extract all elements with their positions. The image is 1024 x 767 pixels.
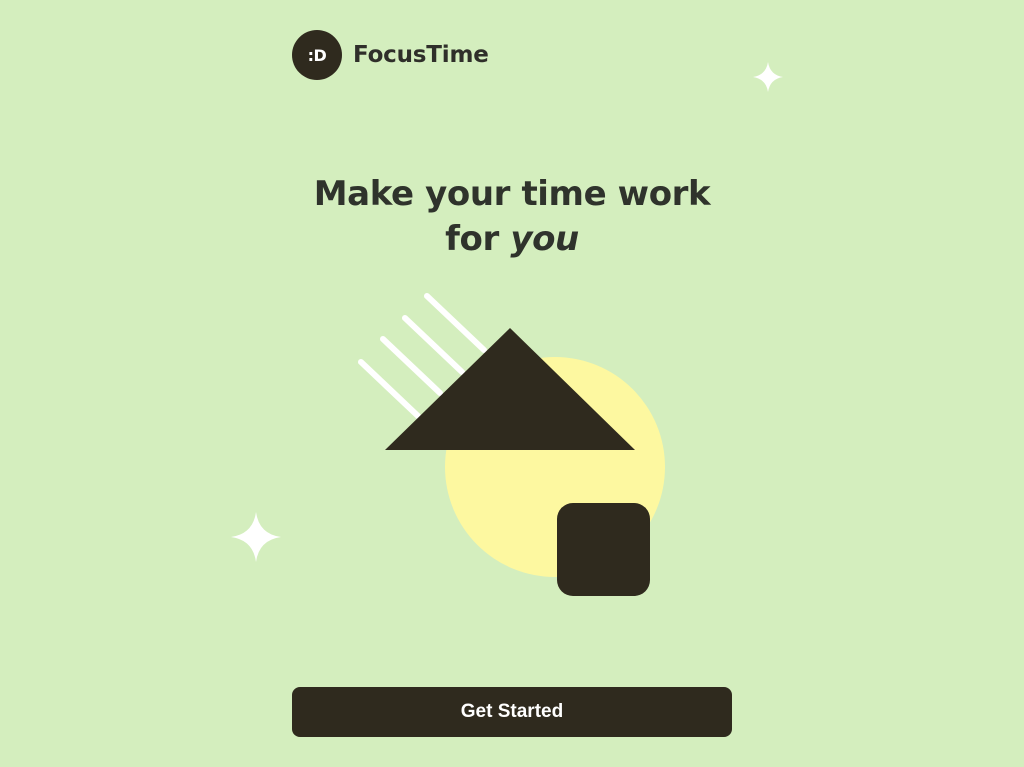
get-started-button[interactable]: Get Started (292, 687, 732, 737)
hero-illustration (358, 293, 665, 596)
house-square (557, 503, 650, 596)
welcome-screen: :D FocusTime Make your time work for you… (0, 0, 1024, 767)
sparkle-icon (231, 512, 281, 562)
